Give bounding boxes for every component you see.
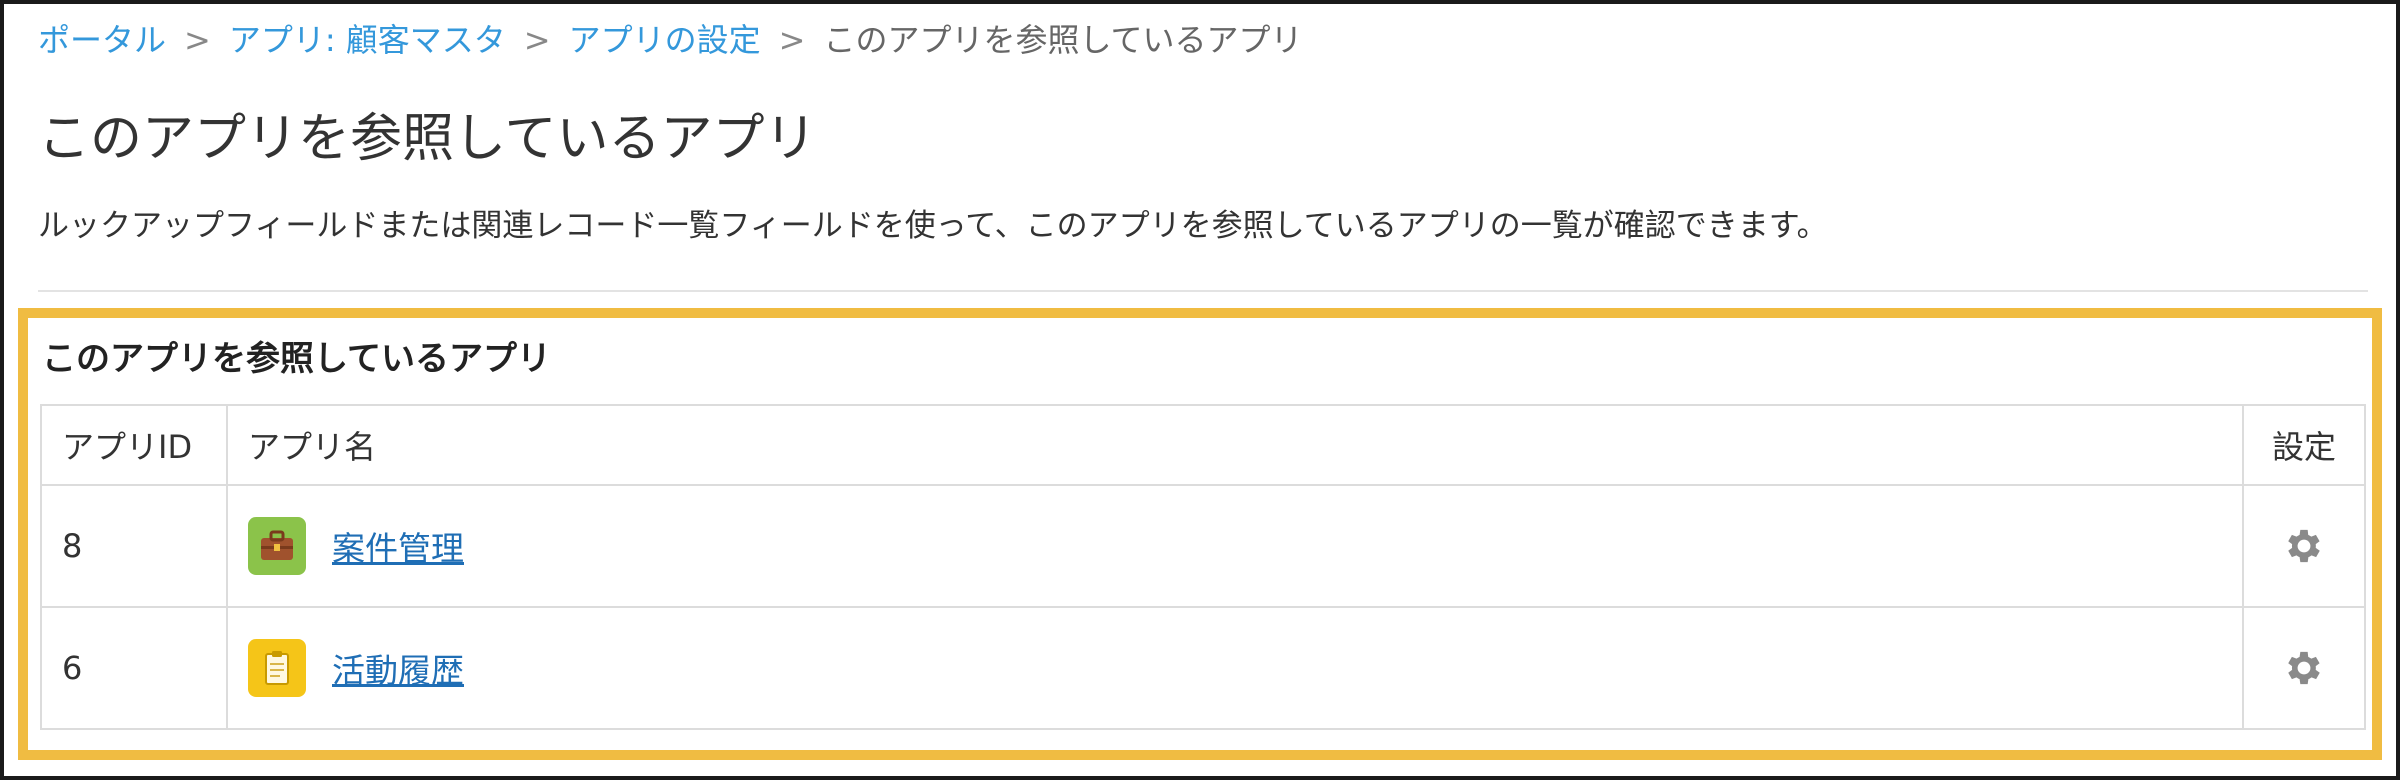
breadcrumb-current: このアプリを参照しているアプリ	[823, 21, 1303, 59]
page-description: ルックアップフィールドまたは関連レコード一覧フィールドを使って、このアプリを参照…	[38, 208, 1828, 244]
referencing-apps-table: アプリID アプリ名 設定 8 案件管理 6 活動履歴	[40, 404, 2366, 730]
settings-cell	[2242, 606, 2366, 730]
table-row: 8 案件管理	[40, 484, 2366, 608]
header-settings: 設定	[2242, 404, 2366, 486]
table-header-row: アプリID アプリ名 設定	[40, 404, 2366, 486]
breadcrumb-portal[interactable]: ポータル	[38, 21, 166, 59]
app-name-cell: 案件管理	[226, 484, 2244, 608]
app-link[interactable]: 案件管理	[332, 522, 464, 570]
breadcrumb-separator: >	[184, 21, 211, 59]
app-id-cell: 6	[40, 606, 228, 730]
app-id-cell: 8	[40, 484, 228, 608]
app-name-cell: 活動履歴	[226, 606, 2244, 730]
breadcrumb: ポータル > アプリ: 顧客マスタ > アプリの設定 > このアプリを参照しているアプリ	[38, 20, 1302, 60]
clipboard-icon	[248, 639, 306, 697]
divider	[38, 290, 2368, 292]
breadcrumb-separator: >	[523, 21, 551, 59]
header-app-name: アプリ名	[226, 404, 2244, 486]
header-app-id: アプリID	[40, 404, 228, 486]
briefcase-icon	[248, 517, 306, 575]
gear-icon[interactable]	[2282, 524, 2326, 568]
gear-icon[interactable]	[2282, 646, 2326, 690]
section-title: このアプリを参照しているアプリ	[42, 339, 551, 379]
breadcrumb-app[interactable]: アプリ: 顧客マスタ	[229, 21, 506, 59]
app-link[interactable]: 活動履歴	[332, 644, 464, 692]
page-title: このアプリを参照しているアプリ	[38, 109, 817, 169]
breadcrumb-separator: >	[778, 21, 806, 59]
table-row: 6 活動履歴	[40, 606, 2366, 730]
settings-cell	[2242, 484, 2366, 608]
breadcrumb-app-settings[interactable]: アプリの設定	[569, 21, 761, 59]
